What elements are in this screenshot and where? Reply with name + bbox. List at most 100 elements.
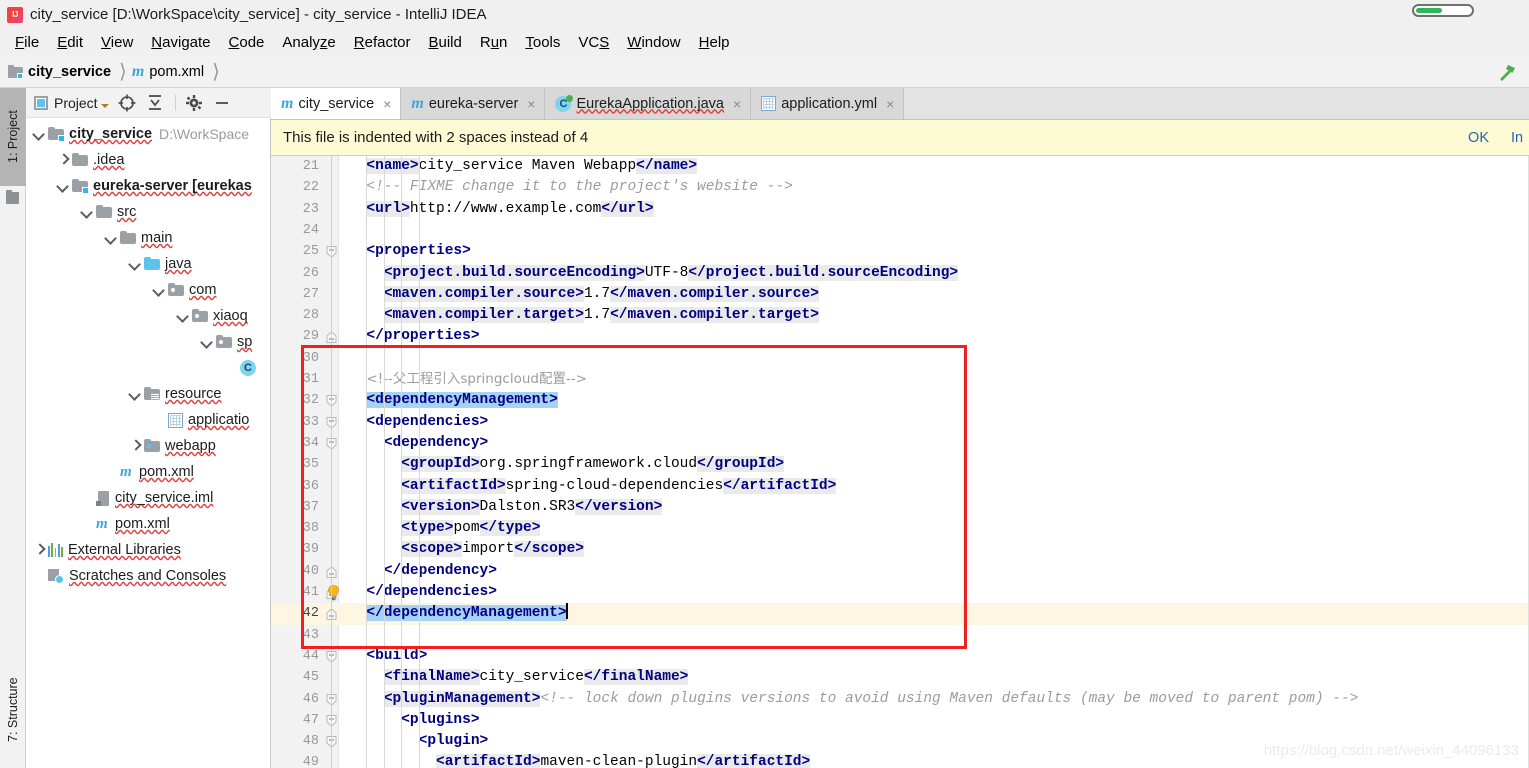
menu-item-help[interactable]: Help [690,32,739,53]
tree-item-label: city_service.iml [115,490,214,506]
code-token: </dependencyManagement> [366,605,567,622]
tree-item[interactable]: .idea [26,147,271,173]
code-token: </version> [575,498,663,515]
chevron-down-icon[interactable] [128,257,142,271]
chevron-down-icon[interactable] [200,335,214,349]
close-icon[interactable]: × [383,97,391,111]
intention-bulb-icon[interactable] [327,585,340,601]
code-line: 46 <pluginManagement><!-- lock down plug… [271,689,1529,710]
code-token: <maven.compiler.target> [383,307,584,324]
tree-item[interactable]: sp [26,329,271,355]
collapse-all-icon[interactable] [145,93,165,113]
close-icon[interactable]: × [733,97,741,111]
code-token: <artifactId> [436,754,541,768]
tree-item[interactable]: Scratches and Consoles [26,563,271,589]
code-text: <dependencyManagement> [349,390,558,411]
line-number: 28 [302,308,319,324]
tree-item[interactable]: C [26,355,271,381]
tree-item[interactable]: city_service D:\WorkSpace [26,121,271,147]
app-icon-label: IJ [12,10,18,19]
chevron-down-icon[interactable] [100,103,109,108]
close-icon[interactable]: × [886,97,894,111]
tree-item[interactable]: com [26,277,271,303]
code-token: maven-clean-plugin [540,754,698,768]
line-number: 39 [302,542,319,558]
code-token: </project.build.sourceEncoding> [688,264,959,281]
line-number: 24 [302,222,319,238]
line-number: 46 [302,691,319,707]
breadcrumb-item-project[interactable]: city_service [8,56,111,87]
tree-item[interactable]: applicatio [26,407,271,433]
menu-item-run[interactable]: Run [471,32,517,53]
menu-item-navigate[interactable]: Navigate [142,32,219,53]
menu-item-view[interactable]: View [92,32,142,53]
chevron-down-icon[interactable] [80,205,94,219]
menu-item-build[interactable]: Build [419,32,470,53]
menu-item-tools[interactable]: Tools [516,32,569,53]
menu-item-window[interactable]: Window [618,32,689,53]
minimize-icon[interactable] [212,93,232,113]
folder-icon [120,231,136,245]
code-token: <finalName> [383,669,480,686]
code-token: <url> [366,200,410,217]
tree-item[interactable]: java [26,251,271,277]
menu-item-file[interactable]: File [6,32,48,53]
line-number: 37 [302,499,319,515]
code-token: import [462,541,515,558]
code-editor[interactable]: 21 <name>city_service Maven Webapp</name… [271,156,1529,768]
chevron-down-icon[interactable] [32,127,46,141]
line-number: 30 [302,350,319,366]
editor-tab[interactable]: C EurekaApplication.java × [545,88,752,119]
tree-item-label: xiaoq [213,308,248,324]
gear-icon[interactable] [184,93,204,113]
menu-item-code[interactable]: Code [220,32,274,53]
tree-item[interactable]: xiaoq [26,303,271,329]
chevron-down-icon[interactable] [104,231,118,245]
code-token: <type> [401,520,454,537]
tool-button-structure[interactable]: 7: Structure [0,660,26,760]
editor-tab[interactable]: m city_service × [271,88,402,119]
watermark: https://blog.csdn.net/weixin_44096133 [1263,742,1519,759]
tree-item[interactable]: eureka-server [eurekas [26,173,271,199]
hammer-icon[interactable] [1497,63,1517,81]
tool-button-project[interactable]: 1: Project [0,88,26,186]
tree-item[interactable]: city_service.iml [26,485,271,511]
project-panel: Project city_service D:\WorkSpace .idea … [26,88,271,768]
chevron-down-icon[interactable] [56,179,70,193]
notification-ok-button[interactable]: OK [1468,130,1489,146]
tree-item-label: src [117,204,137,220]
code-line: 34 <dependency> [271,433,1529,454]
chevron-down-icon[interactable] [128,387,142,401]
code-line: 40 </dependency> [271,561,1529,582]
breadcrumb-item-file[interactable]: m pom.xml [132,56,204,87]
code-text: </dependencies> [349,582,497,603]
chevron-down-icon[interactable] [152,283,166,297]
close-icon[interactable]: × [527,97,535,111]
tree-item[interactable]: main [26,225,271,251]
line-number: 44 [302,648,319,664]
tree-item[interactable]: src [26,199,271,225]
editor-tab[interactable]: application.yml × [751,88,905,119]
code-token: </groupId> [697,456,785,473]
code-token: <version> [401,498,480,515]
notification-secondary-button[interactable]: In [1511,130,1529,146]
tree-item[interactable]: External Libraries [26,537,271,563]
menu-item-vcs[interactable]: VCS [569,32,618,53]
menu-item-analyze[interactable]: Analyze [273,32,344,53]
tree-item[interactable]: webapp [26,433,271,459]
tree-item[interactable]: m pom.xml [26,511,271,537]
window-title: city_service [D:\WorkSpace\city_service]… [30,6,487,23]
menu-item-edit[interactable]: Edit [48,32,92,53]
editor-tab[interactable]: m eureka-server × [401,88,546,119]
chevron-right-icon[interactable] [128,439,142,453]
chevron-right-icon[interactable] [32,543,46,557]
project-panel-toolbar: Project [26,88,271,118]
tree-item[interactable]: m pom.xml [26,459,271,485]
yml-file-icon [168,412,183,428]
tree-item[interactable]: resource [26,381,271,407]
code-token: </name> [636,158,698,174]
menu-item-refactor[interactable]: Refactor [345,32,420,53]
locate-icon[interactable] [117,93,137,113]
chevron-right-icon[interactable] [56,153,70,167]
chevron-down-icon[interactable] [176,309,190,323]
